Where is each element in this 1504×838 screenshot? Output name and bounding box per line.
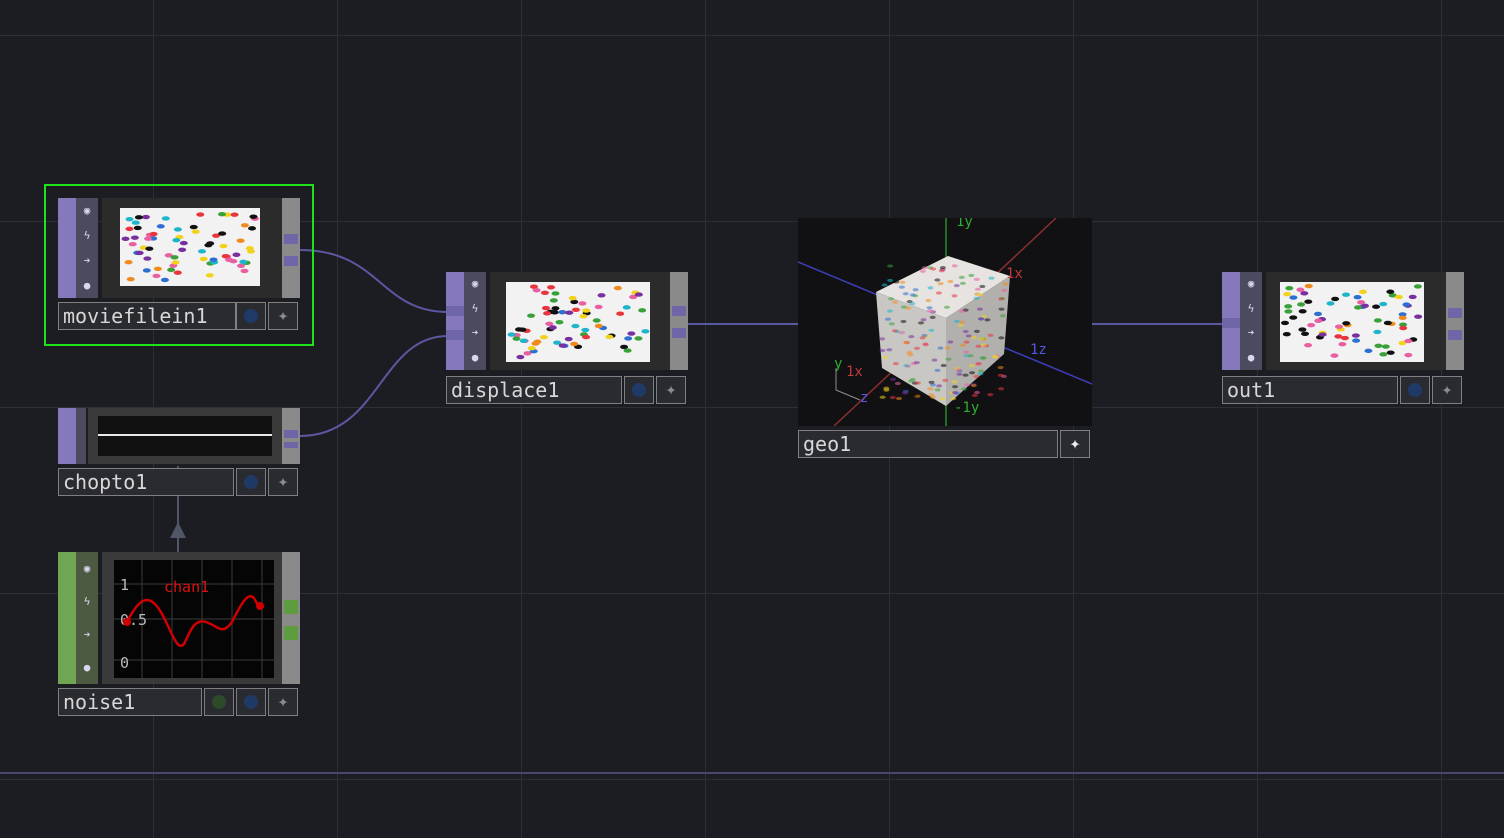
viewer[interactable] — [88, 408, 282, 464]
node-label[interactable]: out1 — [1222, 376, 1398, 404]
noise-graph: 1 0.5 0 chan1 — [114, 560, 274, 678]
tick-label: 0 — [120, 654, 129, 672]
output-connector[interactable] — [672, 306, 686, 316]
axis-label: 1z — [1030, 342, 1047, 358]
axis-label: 1x — [1006, 266, 1023, 282]
candy-image — [1266, 272, 1446, 370]
output-connector[interactable] — [284, 600, 298, 614]
viewer[interactable] — [102, 198, 282, 298]
sparkle-plus-icon[interactable]: ✦ — [1060, 430, 1090, 458]
geo-viewer[interactable]: 1y 1x 1z -1y 1x y z — [798, 218, 1092, 426]
candy-image — [102, 198, 282, 298]
node-label[interactable]: displace1 — [446, 376, 622, 404]
output-connector[interactable] — [672, 328, 686, 338]
axis-label: 1x — [846, 364, 863, 380]
output-side — [282, 552, 300, 684]
axis-label: y — [834, 356, 842, 372]
lock-icon[interactable]: ● — [80, 279, 94, 293]
sparkle-plus-icon[interactable]: ✦ — [656, 376, 686, 404]
eye-icon[interactable]: ◉ — [468, 277, 482, 291]
output-side — [1446, 272, 1464, 370]
viewer-toggle-button[interactable] — [1400, 376, 1430, 404]
viewer[interactable] — [490, 272, 670, 370]
node-label[interactable]: chopto1 — [58, 468, 234, 496]
lightning-icon[interactable]: ϟ — [80, 229, 94, 243]
viewer-toggle-button[interactable] — [236, 688, 266, 716]
flag-column — [76, 408, 86, 464]
export-arrow-icon — [170, 522, 186, 538]
tick-label: 1 — [120, 576, 129, 594]
viewer[interactable]: 1 0.5 0 chan1 — [102, 552, 282, 684]
channel-label: chan1 — [164, 578, 209, 596]
flag-column: ◉ ϟ ➔ ● — [76, 198, 98, 298]
node-label[interactable]: moviefilein1 — [58, 302, 236, 330]
output-connector[interactable] — [284, 442, 298, 448]
lock-icon[interactable]: ● — [1244, 351, 1258, 365]
input-strip — [58, 408, 76, 464]
output-connector[interactable] — [1448, 308, 1462, 318]
cube-render: 1y 1x 1z -1y 1x y z — [798, 218, 1092, 426]
axis-label: 1y — [956, 218, 973, 230]
input-strip — [58, 198, 76, 298]
lock-icon[interactable]: ● — [468, 351, 482, 365]
sparkle-plus-icon[interactable]: ✦ — [1432, 376, 1462, 404]
eye-icon[interactable]: ◉ — [1244, 277, 1258, 291]
node-geo1[interactable]: 1y 1x 1z -1y 1x y z geo1 ✦ — [798, 218, 1092, 464]
viewer-toggle-button[interactable] — [236, 302, 266, 330]
arrow-right-icon[interactable]: ➔ — [1244, 326, 1258, 340]
input-connector[interactable] — [1222, 318, 1240, 328]
sparkle-plus-icon[interactable]: ✦ — [268, 302, 298, 330]
input-connector[interactable] — [446, 330, 464, 340]
network-editor[interactable]: ◉ ϟ ➔ ● moviefilein1 ✦ chopto1 ✦ ◉ ϟ ➔ ●… — [0, 0, 1504, 838]
output-connector[interactable] — [1448, 330, 1462, 340]
chop-line-image — [98, 416, 272, 456]
candy-image — [490, 272, 670, 370]
viewer-toggle-button[interactable] — [624, 376, 654, 404]
output-connector[interactable] — [284, 234, 298, 244]
node-moviefilein1[interactable]: ◉ ϟ ➔ ● moviefilein1 ✦ — [58, 198, 300, 334]
output-side — [282, 198, 300, 298]
sparkle-plus-icon[interactable]: ✦ — [268, 688, 298, 716]
flag-column: ◉ ϟ ➔ ● — [76, 552, 98, 684]
eye-icon[interactable]: ◉ — [80, 204, 94, 218]
lightning-icon[interactable]: ϟ — [80, 595, 94, 609]
output-connector[interactable] — [284, 430, 298, 438]
flag-column: ◉ ϟ ➔ ● — [1240, 272, 1262, 370]
lock-icon[interactable]: ● — [80, 661, 94, 675]
node-chopto1[interactable]: chopto1 ✦ — [58, 408, 300, 498]
output-connector[interactable] — [284, 256, 298, 266]
lightning-icon[interactable]: ϟ — [1244, 302, 1258, 316]
active-toggle-button[interactable] — [204, 688, 234, 716]
sparkle-plus-icon[interactable]: ✦ — [268, 468, 298, 496]
node-label[interactable]: geo1 — [798, 430, 1058, 458]
output-connector[interactable] — [284, 626, 298, 640]
input-strip — [58, 552, 76, 684]
arrow-right-icon[interactable]: ➔ — [468, 326, 482, 340]
input-connector[interactable] — [446, 306, 464, 316]
node-out1[interactable]: ◉ ϟ ➔ ● out1 ✦ — [1222, 272, 1464, 406]
wire-chopto1-displace1 — [299, 335, 449, 437]
eye-icon[interactable]: ◉ — [80, 562, 94, 576]
node-displace1[interactable]: ◉ ϟ ➔ ● displace1 ✦ — [446, 272, 688, 406]
viewer[interactable] — [1266, 272, 1446, 370]
node-noise1[interactable]: ◉ ϟ ➔ ● 1 0.5 0 chan1 noise1 ✦ — [58, 552, 300, 720]
wire-moviefilein1-displace1 — [299, 249, 449, 313]
arrow-right-icon[interactable]: ➔ — [80, 628, 94, 642]
node-label[interactable]: noise1 — [58, 688, 202, 716]
input-strip — [446, 272, 464, 370]
lightning-icon[interactable]: ϟ — [468, 302, 482, 316]
flag-column: ◉ ϟ ➔ ● — [464, 272, 486, 370]
viewer-toggle-button[interactable] — [236, 468, 266, 496]
axis-label: -1y — [954, 400, 979, 416]
axis-label: z — [860, 390, 868, 406]
arrow-right-icon[interactable]: ➔ — [80, 254, 94, 268]
output-side — [670, 272, 688, 370]
